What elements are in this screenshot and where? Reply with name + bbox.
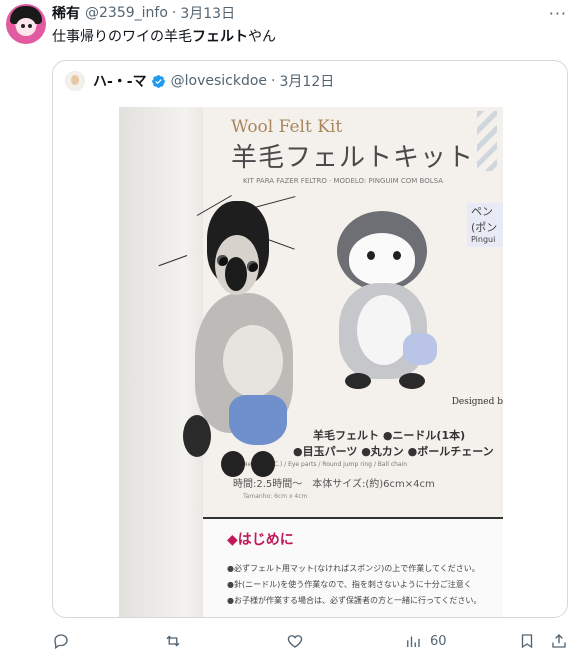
quoted-display-name[interactable]: ハ-・-マ (93, 71, 147, 91)
separator-dot: · (171, 5, 177, 21)
reply-button[interactable] (52, 632, 78, 650)
retweet-icon (166, 635, 180, 647)
designed-by-label: Designed b (451, 397, 503, 407)
quoted-post-header: ハ-・-マ @lovesickdoe · 3月12日 (65, 71, 334, 91)
quoted-user-handle[interactable]: @lovesickdoe (171, 73, 267, 89)
views-count: 60 (430, 633, 447, 649)
retweet-button[interactable] (164, 632, 190, 650)
quoted-avatar[interactable] (65, 71, 85, 91)
quoted-post-date[interactable]: 3月12日 (280, 71, 335, 91)
like-button[interactable] (286, 632, 312, 650)
side-label: ペン (ポン Pingui (467, 203, 503, 247)
kit-subtitle: KIT PARA FAZER FELTRO · MODELO: PINGUIM … (243, 177, 443, 185)
reply-icon (54, 634, 68, 650)
post-header: 稀有 @2359_info · 3月13日 (52, 4, 235, 22)
display-name[interactable]: 稀有 (52, 3, 80, 23)
heart-icon (287, 635, 303, 648)
bookmark-button[interactable] (518, 632, 536, 650)
kit-title-jp: 羊毛フェルトキット (231, 143, 475, 173)
bookmark-icon (521, 634, 533, 649)
quoted-post[interactable]: ハ-・-マ @lovesickdoe · 3月12日 Wool Felt Kit… (52, 60, 568, 618)
views-button[interactable]: 60 (404, 632, 447, 650)
post-text: 仕事帰りのワイの羊毛フェルトやん (52, 29, 276, 45)
sample-penguin (323, 207, 443, 397)
views-icon (407, 636, 420, 647)
user-handle[interactable]: @2359_info (85, 5, 168, 21)
post-date[interactable]: 3月13日 (180, 3, 235, 23)
more-options-icon[interactable]: ··· (549, 4, 567, 23)
share-button[interactable] (550, 632, 568, 650)
share-icon (552, 634, 566, 648)
avatar[interactable] (6, 4, 46, 44)
separator-dot: · (271, 73, 276, 89)
verified-badge-icon (151, 74, 165, 88)
kit-intro-section: ◆はじめに ●必ずフェルト用マット(なければスポンジ)の上で作業してください。 … (203, 517, 503, 617)
post-image[interactable]: Wool Felt Kit 羊毛フェルトキット KIT PARA FAZER F… (119, 107, 503, 617)
kit-title-en: Wool Felt Kit (231, 117, 343, 137)
action-bar: 60 (52, 626, 568, 658)
felt-penguin (158, 195, 297, 485)
